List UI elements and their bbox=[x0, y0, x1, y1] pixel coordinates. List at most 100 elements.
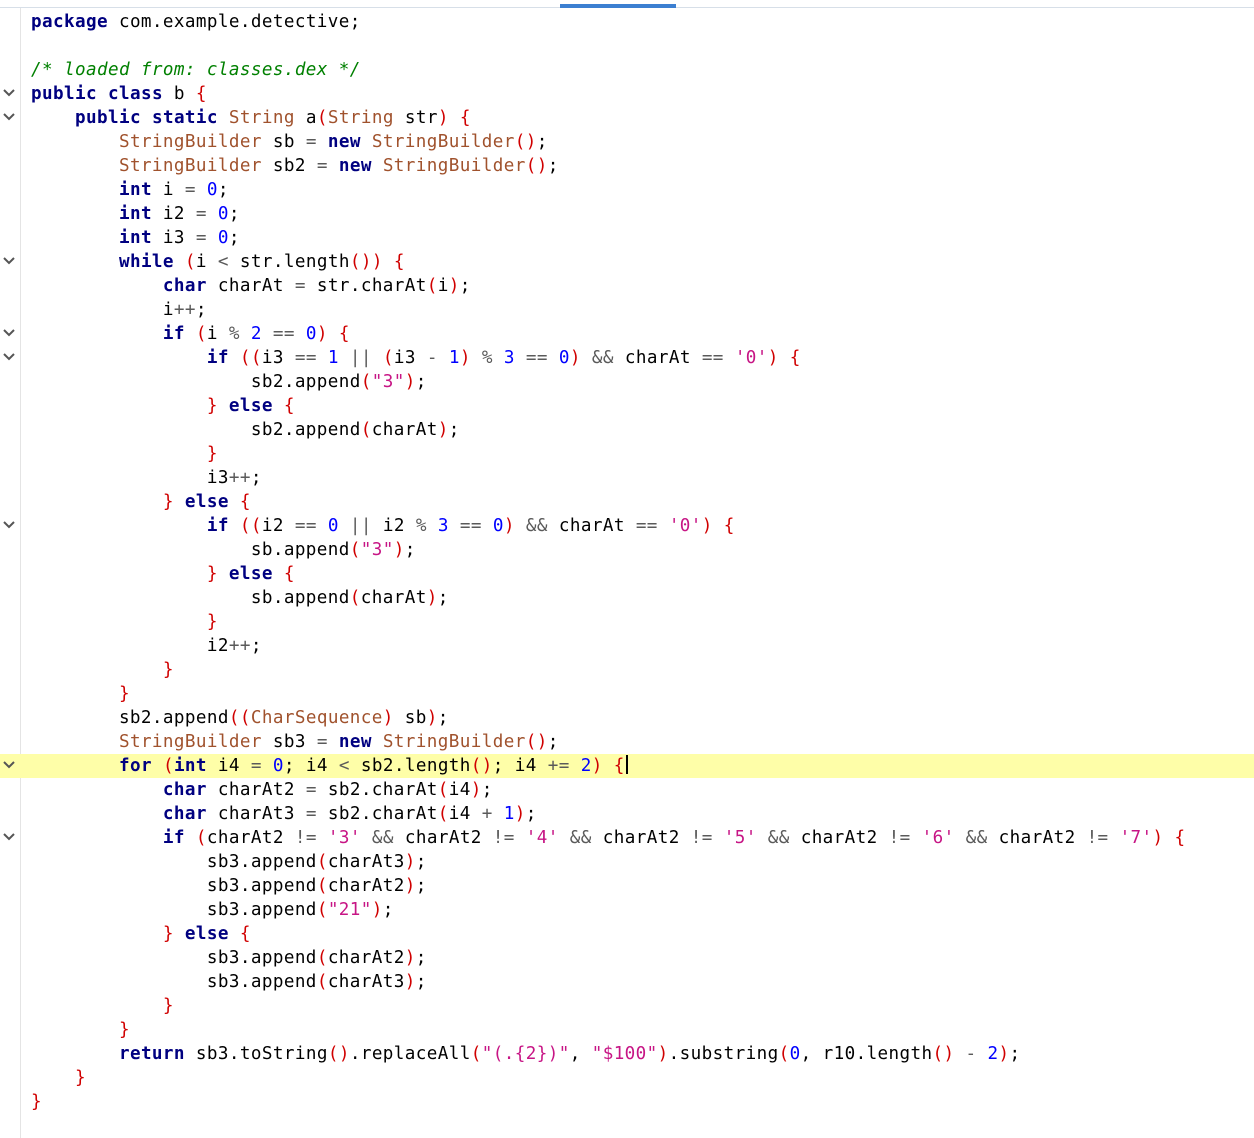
code-text: } bbox=[162, 996, 174, 1016]
code-text: char charAt2 = sb2.charAt(i4); bbox=[162, 780, 493, 800]
code-line[interactable]: } else { bbox=[0, 562, 1254, 586]
code-text: if (i % 2 == 0) { bbox=[162, 324, 350, 344]
code-line[interactable]: int i = 0; bbox=[0, 178, 1254, 202]
code-text: if ((i3 == 1 || (i3 - 1) % 3 == 0) && ch… bbox=[206, 348, 801, 368]
code-text: } bbox=[206, 444, 218, 464]
code-text: while (i < str.length()) { bbox=[118, 252, 405, 272]
fold-chevron-down-icon[interactable] bbox=[0, 106, 18, 130]
code-text: sb3.append(charAt2); bbox=[31, 876, 427, 896]
code-text: sb2.append((CharSequence) sb); bbox=[31, 708, 449, 728]
code-line[interactable]: sb.append("3"); bbox=[0, 538, 1254, 562]
code-line[interactable]: sb3.append("21"); bbox=[0, 898, 1254, 922]
code-line[interactable]: StringBuilder sb = new StringBuilder(); bbox=[0, 130, 1254, 154]
code-line[interactable]: return sb3.toString().replaceAll("(.{2})… bbox=[0, 1042, 1254, 1066]
code-text: } bbox=[31, 1092, 42, 1112]
code-line[interactable]: } bbox=[0, 1018, 1254, 1042]
code-line[interactable]: } else { bbox=[0, 490, 1254, 514]
code-line[interactable]: } bbox=[0, 994, 1254, 1018]
code-text: StringBuilder sb2 = new StringBuilder(); bbox=[118, 156, 559, 176]
code-text: sb3.append(charAt3); bbox=[31, 852, 427, 872]
code-text: int i = 0; bbox=[118, 180, 229, 200]
code-text: sb.append("3"); bbox=[31, 540, 416, 560]
code-line[interactable]: if (i % 2 == 0) { bbox=[0, 322, 1254, 346]
code-text: } else { bbox=[206, 396, 295, 416]
code-line[interactable]: sb3.append(charAt3); bbox=[0, 970, 1254, 994]
code-text: return sb3.toString().replaceAll("(.{2})… bbox=[118, 1044, 1021, 1064]
code-line[interactable]: } bbox=[0, 442, 1254, 466]
code-line[interactable]: sb3.append(charAt2); bbox=[0, 946, 1254, 970]
code-line[interactable]: package com.example.detective; bbox=[0, 10, 1254, 34]
code-line[interactable]: char charAt3 = sb2.charAt(i4 + 1); bbox=[0, 802, 1254, 826]
code-line[interactable]: /* loaded from: classes.dex */ bbox=[0, 58, 1254, 82]
code-line[interactable]: public class b { bbox=[0, 82, 1254, 106]
code-text: } bbox=[74, 1068, 86, 1088]
code-line[interactable]: } bbox=[0, 1090, 1254, 1114]
code-line[interactable]: char charAt2 = sb2.charAt(i4); bbox=[0, 778, 1254, 802]
code-text: int i2 = 0; bbox=[118, 204, 240, 224]
code-line[interactable]: sb3.append(charAt2); bbox=[0, 874, 1254, 898]
code-text: public static String a(String str) { bbox=[74, 108, 471, 128]
code-line[interactable]: } bbox=[0, 610, 1254, 634]
code-line[interactable]: sb.append(charAt); bbox=[0, 586, 1254, 610]
code-text: } else { bbox=[162, 492, 251, 512]
code-line[interactable]: } bbox=[0, 658, 1254, 682]
code-line[interactable]: char charAt = str.charAt(i); bbox=[0, 274, 1254, 298]
code-text: } else { bbox=[162, 924, 251, 944]
code-text: /* loaded from: classes.dex */ bbox=[31, 60, 361, 80]
code-line[interactable]: } else { bbox=[0, 922, 1254, 946]
code-line[interactable]: i++; bbox=[0, 298, 1254, 322]
fold-chevron-down-icon[interactable] bbox=[0, 754, 18, 778]
code-line[interactable]: if ((i2 == 0 || i2 % 3 == 0) && charAt =… bbox=[0, 514, 1254, 538]
code-line[interactable]: } bbox=[0, 682, 1254, 706]
code-text: char charAt3 = sb2.charAt(i4 + 1); bbox=[162, 804, 537, 824]
code-line[interactable]: sb2.append((CharSequence) sb); bbox=[0, 706, 1254, 730]
code-line[interactable]: } bbox=[0, 1066, 1254, 1090]
fold-chevron-down-icon[interactable] bbox=[0, 322, 18, 346]
code-text: i2++; bbox=[31, 636, 262, 656]
horizontal-scroll-thumb[interactable] bbox=[560, 4, 676, 8]
code-line[interactable]: int i2 = 0; bbox=[0, 202, 1254, 226]
code-text: StringBuilder sb3 = new StringBuilder(); bbox=[118, 732, 559, 752]
code-line[interactable]: public static String a(String str) { bbox=[0, 106, 1254, 130]
code-text: i3++; bbox=[31, 468, 262, 488]
fold-chevron-down-icon[interactable] bbox=[0, 346, 18, 370]
code-line[interactable]: StringBuilder sb2 = new StringBuilder(); bbox=[0, 154, 1254, 178]
code-text: } bbox=[206, 612, 218, 632]
code-editor[interactable]: package com.example.detective; /* loaded … bbox=[0, 10, 1254, 1114]
code-text: } else { bbox=[206, 564, 295, 584]
code-text: for (int i4 = 0; i4 < sb2.length(); i4 +… bbox=[31, 754, 628, 778]
code-text: } bbox=[118, 1020, 130, 1040]
code-text: sb3.append("21"); bbox=[31, 900, 394, 920]
code-line[interactable]: sb2.append("3"); bbox=[0, 370, 1254, 394]
code-text: package com.example.detective; bbox=[31, 12, 361, 32]
code-line[interactable]: i3++; bbox=[0, 466, 1254, 490]
code-text: if (charAt2 != '3' && charAt2 != '4' && … bbox=[162, 828, 1186, 848]
code-line[interactable]: for (int i4 = 0; i4 < sb2.length(); i4 +… bbox=[0, 754, 1254, 778]
code-text: sb2.append("3"); bbox=[31, 372, 427, 392]
fold-chevron-down-icon[interactable] bbox=[0, 250, 18, 274]
code-line[interactable]: i2++; bbox=[0, 634, 1254, 658]
code-text: StringBuilder sb = new StringBuilder(); bbox=[118, 132, 548, 152]
fold-chevron-down-icon[interactable] bbox=[0, 826, 18, 850]
code-line[interactable]: if (charAt2 != '3' && charAt2 != '4' && … bbox=[0, 826, 1254, 850]
code-line[interactable]: int i3 = 0; bbox=[0, 226, 1254, 250]
code-text: i++; bbox=[31, 300, 207, 320]
code-text: public class b { bbox=[31, 84, 207, 104]
code-text: sb.append(charAt); bbox=[31, 588, 449, 608]
code-text: sb2.append(charAt); bbox=[31, 420, 460, 440]
code-line[interactable]: sb2.append(charAt); bbox=[0, 418, 1254, 442]
fold-chevron-down-icon[interactable] bbox=[0, 82, 18, 106]
code-line[interactable]: } else { bbox=[0, 394, 1254, 418]
code-text: char charAt = str.charAt(i); bbox=[162, 276, 471, 296]
code-text: sb3.append(charAt2); bbox=[31, 948, 427, 968]
code-line[interactable]: if ((i3 == 1 || (i3 - 1) % 3 == 0) && ch… bbox=[0, 346, 1254, 370]
fold-chevron-down-icon[interactable] bbox=[0, 514, 18, 538]
code-text: } bbox=[118, 684, 130, 704]
code-text: int i3 = 0; bbox=[118, 228, 240, 248]
code-line[interactable] bbox=[0, 34, 1254, 58]
code-text: } bbox=[162, 660, 174, 680]
code-line[interactable]: StringBuilder sb3 = new StringBuilder(); bbox=[0, 730, 1254, 754]
code-line[interactable]: sb3.append(charAt3); bbox=[0, 850, 1254, 874]
code-line[interactable]: while (i < str.length()) { bbox=[0, 250, 1254, 274]
text-caret bbox=[625, 755, 628, 774]
